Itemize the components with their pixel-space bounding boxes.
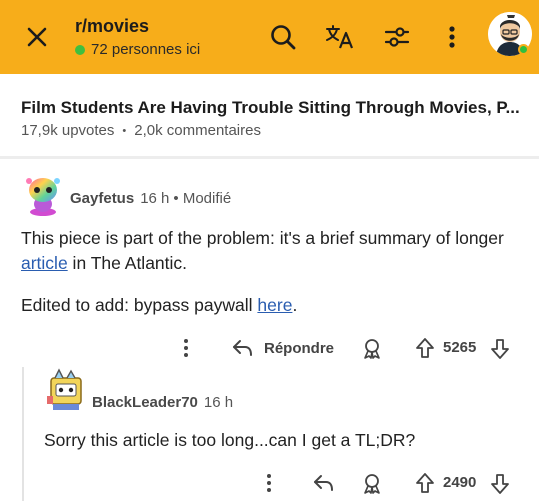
comment-more-button[interactable] xyxy=(182,337,190,359)
upvote-button[interactable] xyxy=(415,472,435,494)
award-icon xyxy=(364,339,380,359)
thread-line[interactable] xyxy=(22,367,24,501)
online-dot xyxy=(75,44,85,55)
search-icon xyxy=(271,25,296,50)
upvote-arrow-icon xyxy=(416,338,434,358)
post-title[interactable]: Film Students Are Having Trouble Sitting… xyxy=(21,98,526,118)
translate-icon xyxy=(326,25,354,49)
edit-suffix: . xyxy=(292,295,298,315)
reply-label: Répondre xyxy=(264,339,335,357)
upvote-arrow-icon xyxy=(416,473,434,493)
award-icon xyxy=(364,474,380,494)
online-count: 72 personnes ici xyxy=(91,41,201,58)
comment-author-line: Gayfetus 16 h • Modifié xyxy=(70,190,231,207)
award-button[interactable] xyxy=(361,338,383,360)
vote-score: 5265 xyxy=(443,339,477,356)
reply-icon xyxy=(314,475,333,491)
comment-edited: • Modifié xyxy=(173,190,232,207)
vote-score: 2490 xyxy=(443,474,477,491)
downvote-button[interactable] xyxy=(490,473,510,495)
comment-time: 16 h xyxy=(140,190,170,207)
comment-avatar[interactable] xyxy=(45,368,85,412)
filter-icon xyxy=(384,27,410,47)
translate-button[interactable] xyxy=(322,20,358,54)
upvote-button[interactable] xyxy=(415,337,435,359)
comment-more-button[interactable] xyxy=(265,472,273,494)
reply-button[interactable] xyxy=(313,473,335,493)
online-indicator: 72 personnes ici xyxy=(75,41,200,58)
search-button[interactable] xyxy=(266,20,300,54)
post-comments-count: 2,0k commentaires xyxy=(134,122,261,139)
filter-button[interactable] xyxy=(379,20,415,54)
comment-edit-note: Edited to add: bypass paywall here. xyxy=(21,295,297,316)
comment-author[interactable]: BlackLeader70 xyxy=(92,394,198,411)
subreddit-name[interactable]: r/movies xyxy=(75,16,149,37)
comment-text: This piece is part of the problem: it's … xyxy=(21,228,504,248)
edit-text: Edited to add: bypass paywall xyxy=(21,295,258,315)
post-meta: 17,9k upvotes • 2,0k commentaires xyxy=(21,122,261,139)
more-options-button[interactable] xyxy=(440,20,464,54)
post-upvotes: 17,9k upvotes xyxy=(21,122,115,139)
downvote-arrow-icon xyxy=(491,474,509,494)
article-link[interactable]: article xyxy=(21,253,68,273)
paywall-link[interactable]: here xyxy=(257,295,292,315)
close-button[interactable] xyxy=(20,20,54,54)
more-vertical-icon xyxy=(184,339,188,357)
snoo-avatar-icon xyxy=(47,368,82,410)
comment-author-line: BlackLeader70 16 h xyxy=(92,394,233,411)
downvote-arrow-icon xyxy=(491,339,509,359)
section-divider xyxy=(0,156,539,159)
comment-avatar[interactable] xyxy=(23,175,63,217)
comment-author[interactable]: Gayfetus xyxy=(70,190,134,207)
comment-body: This piece is part of the problem: it's … xyxy=(21,226,531,276)
reply-button[interactable]: Répondre xyxy=(232,338,334,358)
comment-text: in The Atlantic. xyxy=(67,253,188,273)
close-icon xyxy=(27,27,47,47)
comment-time: 16 h xyxy=(203,394,234,411)
more-vertical-icon xyxy=(267,474,271,492)
reply-icon xyxy=(233,340,252,356)
more-vertical-icon xyxy=(449,26,455,48)
comment-body: Sorry this article is too long...can I g… xyxy=(44,430,416,450)
top-bar: r/movies 72 personnes ici xyxy=(0,0,539,74)
online-status-dot xyxy=(518,44,529,55)
meta-separator: • xyxy=(122,124,127,137)
award-button[interactable] xyxy=(361,473,383,495)
snoo-avatar-icon xyxy=(26,178,60,216)
downvote-button[interactable] xyxy=(490,338,510,360)
